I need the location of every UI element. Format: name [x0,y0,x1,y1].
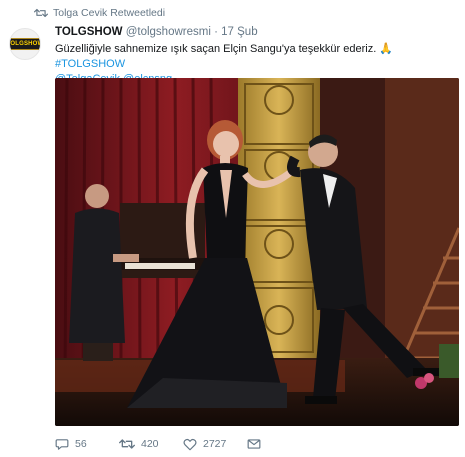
like-count: 2727 [203,438,227,450]
envelope-icon [247,439,261,449]
retweet-count: 420 [141,438,159,450]
tweet-actions: 56 420 2727 [55,436,459,452]
header-separator: · [214,26,218,38]
direct-message-button[interactable] [247,438,267,450]
avatar-logo: TOLGSHOW [10,38,40,50]
reply-button[interactable]: 56 [55,438,119,451]
retweet-notice[interactable]: Tolga Cevik Retweetledi [34,6,165,20]
tweet-body: Güzelliğiyle sahnemize ışık saçan Elçin … [55,43,377,55]
heart-icon [183,438,197,450]
reply-count: 56 [75,438,87,450]
retweet-icon [119,439,135,449]
retweet-notice-text: Tolga Cevik Retweetledi [53,7,166,19]
retweet-icon [34,8,48,18]
avatar[interactable]: TOLGSHOW [9,28,41,60]
tweet-photo[interactable] [55,78,459,426]
pray-emoji: 🙏 [379,43,394,55]
reply-icon [55,438,69,450]
retweet-button[interactable]: 420 [119,438,183,450]
tweet-header: TOLGSHOW @tolgshowresmi · 17 Şub [55,26,258,38]
author-handle[interactable]: @tolgshowresmi [126,26,211,38]
like-button[interactable]: 2727 [183,438,247,451]
hashtag-link[interactable]: #TOLGSHOW [55,58,125,70]
stage-photo [55,78,459,426]
tweet-timestamp[interactable]: 17 Şub [221,26,257,38]
author-name[interactable]: TOLGSHOW [55,26,123,38]
